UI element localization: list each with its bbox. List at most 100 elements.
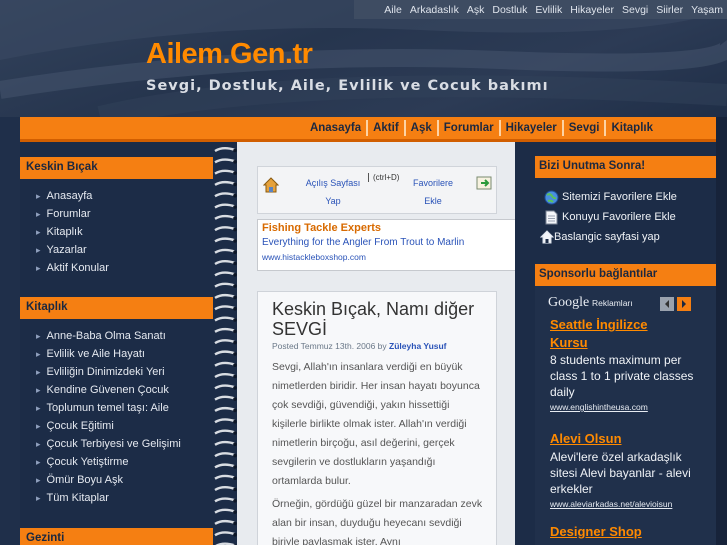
globe-icon — [544, 190, 559, 205]
spiral-ring — [214, 282, 236, 288]
add-favorites-link[interactable]: Favorilere Ekle — [408, 174, 458, 210]
spiral-ring — [214, 531, 236, 537]
toplink-dostluk[interactable]: Dostluk — [488, 4, 531, 16]
ad-title-designer[interactable]: Designer Shop — [550, 524, 642, 539]
spiral-ring — [214, 226, 236, 232]
spiral-ring — [214, 361, 236, 367]
sidebar-book-item[interactable]: Ömür Boyu Aşk — [36, 474, 123, 486]
post-author-link[interactable]: Züleyha Yusuf — [389, 341, 446, 351]
spiral-ring — [214, 418, 236, 424]
shortcut-hint: (ctrl+D) — [368, 173, 399, 182]
sidebar-book-item[interactable]: Çocuk Eğitimi — [36, 420, 114, 432]
spiral-ring — [214, 350, 236, 356]
top-links-bar: Aile Arkadaslık Aşk Dostluk Evlilik Hika… — [354, 0, 727, 19]
spiral-ring — [214, 339, 236, 345]
ad-title-line[interactable]: Kursu — [550, 335, 588, 350]
spiral-ring — [214, 373, 236, 379]
nav-ask[interactable]: Aşk — [403, 120, 437, 136]
nav-sevgi[interactable]: Sevgi — [561, 120, 605, 136]
ad-text-alevi: Alevi'lere özel arkadaşlık sitesi Alevi … — [550, 450, 691, 496]
toplink-hikayeler[interactable]: Hikayeler — [566, 4, 618, 16]
sidebar-book-item[interactable]: Evliliğin Dinimizdeki Yeri — [36, 366, 165, 378]
spiral-ring — [214, 486, 236, 492]
ad-title-line[interactable]: Seattle İngilizce — [550, 317, 648, 332]
text-ad-title[interactable]: Fishing Tackle Experts — [262, 222, 381, 234]
post-meta: Posted Temmuz 13th. 2006 by Züleyha Yusu… — [272, 341, 447, 351]
nav-hikayeler[interactable]: Hikayeler — [498, 120, 562, 136]
spiral-ring — [214, 180, 236, 186]
spiral-ring — [214, 260, 236, 266]
prev-ad-icon[interactable] — [660, 297, 674, 311]
add-favorites-label-2[interactable]: Ekle — [424, 196, 442, 206]
post-date: Posted Temmuz 13th. 2006 by — [272, 341, 387, 351]
spiral-ring — [214, 429, 236, 435]
sidebar-heading-kitaplik: Kitaplık — [20, 297, 213, 319]
sidebar-book-item[interactable]: Toplumun temel taşı: Aile — [36, 402, 169, 414]
spiral-ring — [214, 237, 236, 243]
post-title-line[interactable]: SEVGİ — [272, 319, 327, 339]
sidebar-book-item[interactable]: Çocuk Yetiştirme — [36, 456, 129, 468]
sidebar-book-item[interactable]: Anne-Baba Olma Sanatı — [36, 330, 166, 342]
notebook-spiral — [213, 142, 237, 545]
site-logo[interactable]: Ailem.Gen.tr — [146, 38, 313, 71]
toplink-siirler[interactable]: Siirler — [652, 4, 687, 16]
toplink-aile[interactable]: Aile — [380, 4, 406, 16]
spiral-ring — [214, 305, 236, 311]
favorites-icon[interactable] — [476, 175, 494, 191]
add-site-favorites-link[interactable]: Sitemizi Favorilere Ekle — [562, 191, 677, 203]
spiral-ring — [214, 497, 236, 503]
toplink-sevgi[interactable]: Sevgi — [618, 4, 652, 16]
toplink-yasam[interactable]: Yaşam — [687, 4, 727, 16]
spiral-ring — [214, 169, 236, 175]
set-homepage-label[interactable]: Açılış Sayfası — [306, 178, 361, 188]
spiral-ring — [214, 158, 236, 164]
home-icon[interactable] — [263, 177, 279, 193]
set-homepage-link[interactable]: Açılış Sayfası Yap — [303, 174, 363, 210]
toplink-evlilik[interactable]: Evlilik — [531, 4, 566, 16]
nav-kitaplik[interactable]: Kitaplık — [604, 120, 658, 136]
nav-anasayfa[interactable]: Anasayfa — [305, 120, 366, 136]
toplink-ask[interactable]: Aşk — [463, 4, 489, 16]
google-logo: Google — [548, 295, 590, 310]
ad-url-seattle[interactable]: www.englishintheusa.com — [550, 402, 648, 412]
nav-aktif[interactable]: Aktif — [366, 120, 404, 136]
ad-title-seattle[interactable]: Seattle İngilizce Kursu — [550, 316, 648, 352]
sidebar-item-kitaplik[interactable]: Kitaplık — [36, 226, 83, 238]
sidebar-heading-gezinti: Gezinti — [20, 528, 213, 545]
page-edge — [716, 117, 727, 545]
sidebar-item-yazarlar[interactable]: Yazarlar — [36, 244, 87, 256]
add-favorites-label[interactable]: Favorilere — [413, 178, 453, 188]
text-ad-url[interactable]: www.histackleboxshop.com — [262, 252, 366, 262]
ad-url-alevi[interactable]: www.aleviarkadas.net/alevioisun — [550, 499, 672, 509]
document-icon — [545, 210, 558, 225]
spiral-ring — [214, 214, 236, 220]
text-ad-text[interactable]: Everything for the Angler From Trout to … — [262, 237, 464, 248]
sidebar-book-item[interactable]: Kendine Güvenen Çocuk — [36, 384, 169, 396]
post-title-line[interactable]: Keskin Bıçak, Namı diğer — [272, 299, 474, 319]
toplink-arkadaslik[interactable]: Arkadaslık — [406, 4, 463, 16]
set-start-page-link[interactable]: Baslangic sayfasi yap — [554, 231, 660, 243]
nav-forumlar[interactable]: Forumlar — [436, 120, 499, 136]
sidebar-book-item[interactable]: Çocuk Terbiyesi ve Gelişimi — [36, 438, 181, 450]
sidebar-item-aktif-konular[interactable]: Aktif Konular — [36, 262, 109, 274]
spiral-ring — [214, 474, 236, 480]
sidebar-item-forumlar[interactable]: Forumlar — [36, 208, 91, 220]
add-topic-favorites-link[interactable]: Konuyu Favorilere Ekle — [562, 211, 676, 223]
post-title[interactable]: Keskin Bıçak, Namı diğer SEVGİ — [272, 299, 474, 339]
spiral-ring — [214, 316, 236, 322]
spiral-ring — [214, 203, 236, 209]
post-paragraph-1: Sevgi, Allah'ın insanlara verdiği en büy… — [272, 361, 480, 487]
spiral-ring — [214, 147, 236, 153]
set-homepage-label-2[interactable]: Yap — [325, 196, 340, 206]
sidebar-heading-bizi-unutma: Bizi Unutma Sonra! — [535, 156, 716, 178]
text-ad[interactable]: Fishing Tackle Experts Everything for th… — [257, 219, 533, 271]
left-sidebar: Keskin Bıçak Anasayfa Forumlar Kitaplık … — [20, 142, 213, 545]
sidebar-item-anasayfa[interactable]: Anasayfa — [36, 190, 93, 202]
sidebar-book-item[interactable]: Tüm Kitaplar — [36, 492, 109, 504]
ad-title-alevi[interactable]: Alevi Olsun — [550, 431, 622, 446]
sidebar-heading-keskin-bicak: Keskin Bıçak — [20, 157, 213, 179]
spiral-ring — [214, 395, 236, 401]
spiral-ring — [214, 519, 236, 525]
next-ad-icon[interactable] — [677, 297, 691, 311]
sidebar-book-item[interactable]: Evlilik ve Aile Hayatı — [36, 348, 145, 360]
